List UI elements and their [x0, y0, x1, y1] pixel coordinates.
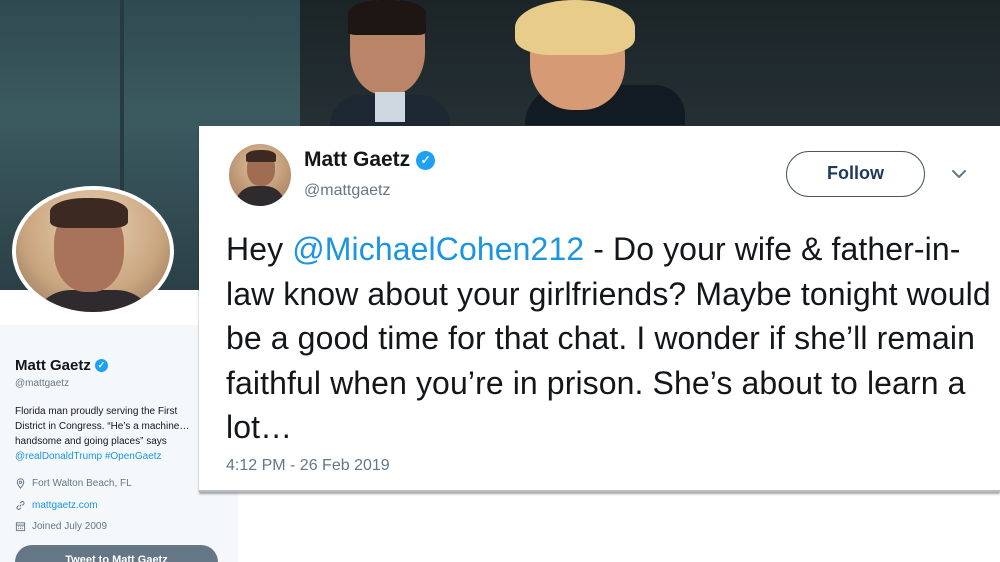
- tweet-text: Hey @MichaelCohen212 - Do your wife & fa…: [226, 227, 996, 450]
- profile-website[interactable]: mattgaetz.com: [15, 500, 98, 511]
- verified-badge-icon: ✓: [94, 359, 108, 372]
- bio-hashtag-link[interactable]: #OpenGaetz: [105, 451, 162, 462]
- link-icon: [16, 501, 25, 510]
- tweet-to-button[interactable]: Tweet to Matt Gaetz: [15, 545, 218, 562]
- tweet-author-handle[interactable]: @mattgaetz: [304, 182, 391, 200]
- follow-button[interactable]: Follow: [786, 151, 925, 197]
- tweet-author-avatar[interactable]: [229, 144, 291, 206]
- joined-text: Joined July 2009: [32, 521, 108, 532]
- location-pin-icon: [16, 478, 25, 489]
- person-right-figure: [505, 0, 685, 125]
- verified-badge-icon: ✓: [416, 150, 436, 170]
- chevron-down-icon[interactable]: [949, 164, 969, 184]
- tweet-card: Matt Gaetz ✓ @mattgaetz Follow Hey @Mich…: [199, 126, 1000, 492]
- profile-name[interactable]: Matt Gaetz ✓: [15, 357, 108, 374]
- website-link[interactable]: mattgaetz.com: [32, 500, 98, 511]
- tweet-author-name[interactable]: Matt Gaetz ✓: [304, 148, 436, 172]
- tweet-timestamp[interactable]: 4:12 PM - 26 Feb 2019: [226, 457, 390, 475]
- calendar-icon: [15, 522, 26, 532]
- profile-handle[interactable]: @mattgaetz: [15, 378, 69, 389]
- profile-name-text[interactable]: Matt Gaetz: [15, 357, 91, 374]
- person-left-figure: [330, 0, 450, 135]
- bio-text: Florida man proudly serving the First Di…: [15, 406, 190, 447]
- bio-mention-link[interactable]: @realDonaldTrump: [15, 451, 102, 462]
- profile-avatar[interactable]: [12, 186, 174, 316]
- tweet-text-prefix: Hey: [226, 231, 293, 267]
- location-text: Fort Walton Beach, FL: [32, 478, 132, 489]
- profile-location: Fort Walton Beach, FL: [15, 478, 132, 489]
- tweet-author-name-text[interactable]: Matt Gaetz: [304, 148, 410, 172]
- profile-bio: Florida man proudly serving the First Di…: [15, 404, 205, 464]
- tweet-mention-link[interactable]: @MichaelCohen212: [292, 231, 584, 267]
- profile-joined: Joined July 2009: [15, 521, 107, 532]
